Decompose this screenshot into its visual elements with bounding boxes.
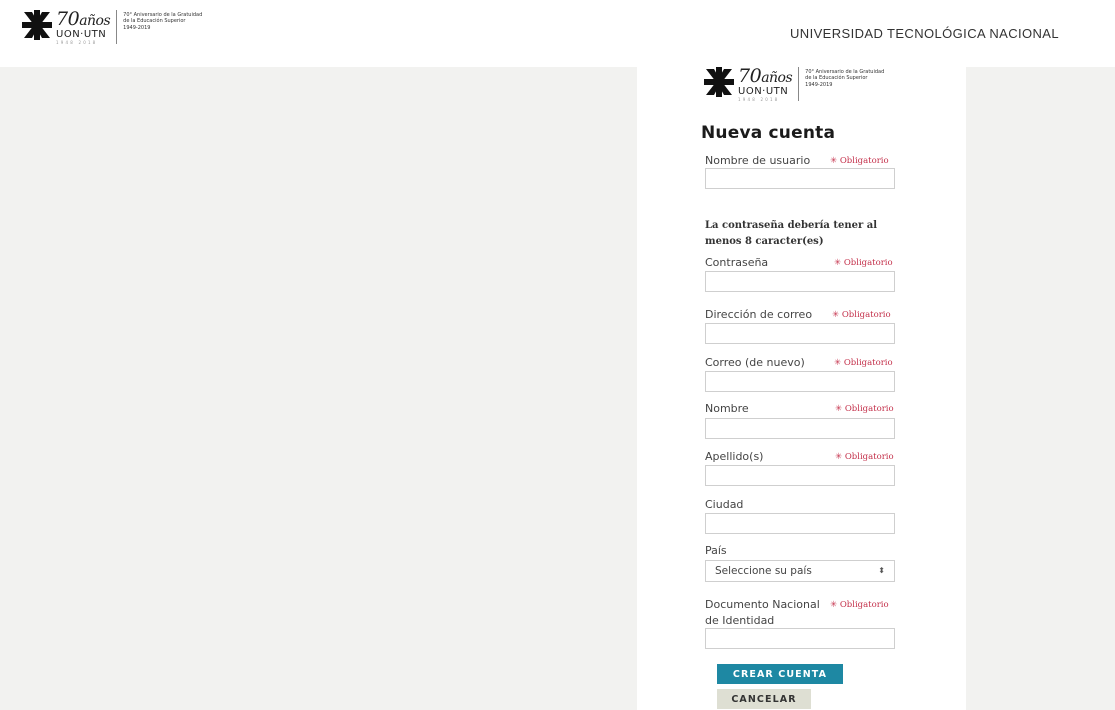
city-label: Ciudad — [705, 498, 744, 511]
page-title: Nueva cuenta — [701, 123, 836, 143]
username-input[interactable] — [705, 168, 895, 189]
required-indicator: ✳ Obligatorio — [830, 600, 889, 610]
required-text: Obligatorio — [843, 358, 893, 368]
logo-divider — [798, 67, 800, 101]
logo-uon-utn: UON·UTN — [738, 86, 789, 97]
city-input[interactable] — [705, 513, 895, 534]
cancel-button[interactable]: CANCELAR — [717, 689, 811, 709]
required-text: Obligatorio — [844, 404, 894, 414]
required-indicator: ✳ Obligatorio — [830, 156, 889, 166]
username-label: Nombre de usuario — [705, 154, 811, 167]
required-indicator: ✳ Obligatorio — [835, 404, 894, 414]
email-input[interactable] — [705, 323, 895, 344]
logo-caption-line: 1949-2019 — [805, 81, 833, 88]
logo-text: 70años UON·UTN 1948 2018 — [738, 65, 793, 102]
logo-text: 70años UON·UTN 1948 2018 — [56, 8, 111, 45]
last-name-input[interactable] — [705, 465, 895, 486]
required-text: Obligatorio — [839, 156, 889, 166]
top-header: 70años UON·UTN 1948 2018 70° Aniversario… — [0, 0, 1115, 67]
id-document-label-line1: Documento Nacional — [705, 598, 820, 611]
email-again-label: Correo (de nuevo) — [705, 356, 805, 369]
logo-70: 70 — [738, 65, 762, 87]
logo-caption: 70° Aniversario de la Gratuidad de la Ed… — [805, 69, 884, 88]
required-text: Obligatorio — [839, 600, 889, 610]
utn-star-icon — [22, 10, 52, 40]
logo-anos: años — [79, 13, 111, 29]
required-text: Obligatorio — [841, 310, 891, 320]
header-logo[interactable]: 70años UON·UTN 1948 2018 70° Aniversario… — [22, 10, 202, 45]
logo-years: 1948 2018 — [56, 40, 98, 45]
id-document-label-line2: de Identidad — [705, 614, 775, 627]
password-label: Contraseña — [705, 256, 769, 269]
utn-star-icon — [704, 67, 734, 97]
email-again-input[interactable] — [705, 371, 895, 392]
country-select[interactable]: Seleccione su país ⬍ — [705, 560, 895, 582]
logo-caption: 70° Aniversario de la Gratuidad de la Ed… — [123, 12, 202, 31]
country-label: País — [705, 544, 727, 557]
create-account-button[interactable]: CREAR CUENTA — [717, 664, 843, 684]
id-document-label: Documento Nacional de Identidad — [705, 597, 820, 629]
last-name-label: Apellido(s) — [705, 450, 764, 463]
logo-caption-line: 1949-2019 — [123, 24, 151, 31]
email-label: Dirección de correo — [705, 308, 813, 321]
logo-years: 1948 2018 — [738, 97, 780, 102]
required-indicator: ✳ Obligatorio — [835, 452, 894, 462]
first-name-input[interactable] — [705, 418, 895, 439]
required-indicator: ✳ Obligatorio — [834, 258, 893, 268]
logo-70: 70 — [56, 8, 80, 30]
password-note: La contraseña debería tener al menos 8 c… — [705, 220, 877, 247]
id-document-input[interactable] — [705, 628, 895, 649]
university-name[interactable]: UNIVERSIDAD TECNOLÓGICA NACIONAL — [790, 26, 1059, 41]
country-selected-value: Seleccione su país — [715, 565, 812, 577]
select-arrows-icon: ⬍ — [878, 566, 885, 575]
required-indicator: ✳ Obligatorio — [832, 310, 891, 320]
signup-card: 70años UON·UTN 1948 2018 70° Aniversario… — [637, 67, 966, 710]
password-input[interactable] — [705, 271, 895, 292]
first-name-label: Nombre — [705, 402, 749, 415]
required-text: Obligatorio — [843, 258, 893, 268]
logo-uon-utn: UON·UTN — [56, 29, 107, 40]
logo-anos: años — [761, 70, 793, 86]
logo-divider — [116, 10, 118, 44]
required-indicator: ✳ Obligatorio — [834, 358, 893, 368]
card-logo: 70años UON·UTN 1948 2018 70° Aniversario… — [704, 67, 884, 102]
required-text: Obligatorio — [844, 452, 894, 462]
